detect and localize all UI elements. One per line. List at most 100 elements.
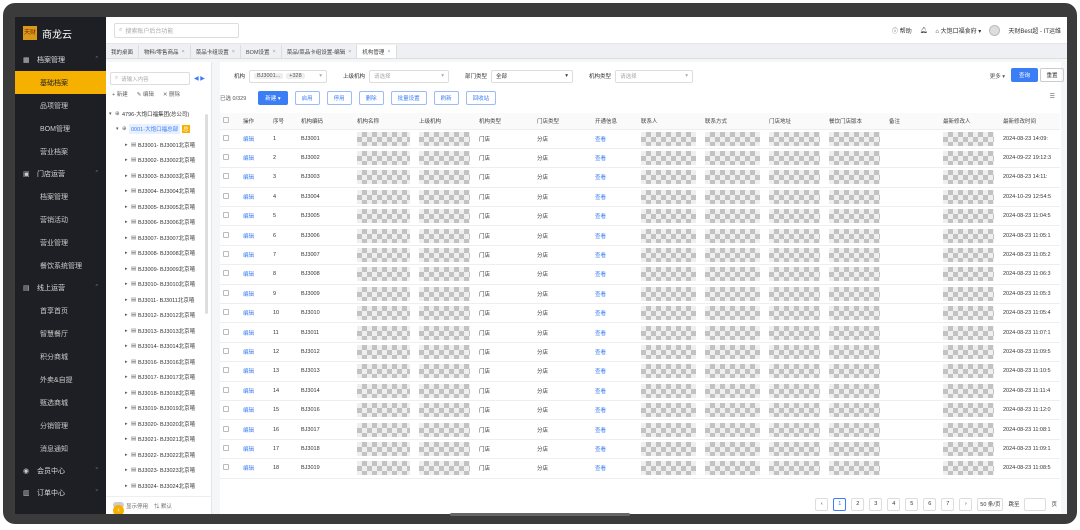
global-search-input[interactable]: ⌕ 搜索账户后台功能 — [114, 23, 239, 38]
tree-node[interactable]: ▸ ▤ BJ3019- BJ3019北京嘻 — [106, 401, 206, 417]
row-checkbox[interactable] — [223, 367, 229, 374]
view-link[interactable]: 查看 — [595, 408, 606, 414]
tree-action-button[interactable]: + 新建 — [112, 90, 128, 98]
row-checkbox[interactable] — [223, 192, 229, 199]
view-link[interactable]: 查看 — [595, 311, 606, 317]
tab-item[interactable]: 菜品/菜品卡组设置-编辑 × — [282, 45, 358, 58]
toolbar-button[interactable]: 批量设置 — [390, 91, 427, 105]
view-link[interactable]: 查看 — [595, 272, 606, 278]
tree-action-button[interactable]: ✕ 删除 — [163, 90, 180, 98]
sidebar-item[interactable]: 基础档案 — [15, 71, 106, 94]
sidebar-item[interactable]: 品项管理 — [15, 94, 106, 117]
tree-node[interactable]: ▸ ▤ BJ3011- BJ3011北京嘻 — [106, 292, 206, 308]
tree-node[interactable]: ▸ ▤ BJ3014- BJ3014北京嘻 — [106, 339, 206, 355]
view-link[interactable]: 查看 — [595, 253, 606, 259]
row-checkbox[interactable] — [223, 425, 229, 432]
row-checkbox[interactable] — [223, 444, 229, 451]
sidebar-item[interactable]: 积分商城 — [15, 345, 106, 368]
org-filter-select[interactable]: BJ3001... +328 ▾ — [249, 69, 328, 83]
view-link[interactable]: 查看 — [595, 389, 606, 395]
goto-input[interactable] — [1024, 497, 1047, 511]
tree-node[interactable]: ▾ ⊕ 0001-大饱口福总部总 — [106, 122, 206, 138]
tree-node[interactable]: ▸ ▤ BJ3021- BJ3021北京嘻 — [106, 432, 206, 448]
reset-button[interactable]: 重置 — [1040, 68, 1064, 82]
tree-node[interactable]: ▸ ▤ BJ3003- BJ3003北京嘻 — [106, 168, 206, 184]
tab-item[interactable]: 菜品卡组设置 × — [191, 45, 241, 58]
tree-node[interactable]: ▸ ▤ BJ3008- BJ3008北京嘻 — [106, 246, 206, 262]
toolbar-button[interactable]: 删除 — [358, 91, 384, 105]
row-checkbox[interactable] — [223, 386, 229, 393]
tree-scrollbar[interactable] — [205, 114, 208, 314]
tree-node[interactable]: ▸ ▤ BJ3009- BJ3009北京嘻 — [106, 261, 206, 277]
select-all-checkbox[interactable] — [223, 116, 229, 123]
sidebar-item[interactable]: 甄选商城 — [15, 391, 106, 414]
sidebar-item[interactable]: 分销管理 — [15, 414, 106, 437]
tree-node[interactable]: ▸ ▤ BJ3017- BJ3017北京嘻 — [106, 370, 206, 386]
avatar[interactable] — [989, 25, 1001, 36]
page-button[interactable]: 7 — [941, 497, 955, 511]
sidebar-item[interactable]: 档案管理 — [15, 185, 106, 208]
sidebar-item[interactable]: 餐饮系统管理 — [15, 254, 106, 277]
store-switcher[interactable]: ⌂ 大饱口福食府 ▾ — [935, 26, 981, 35]
page-button[interactable]: 4 — [887, 497, 901, 511]
row-checkbox[interactable] — [223, 134, 229, 141]
edit-link[interactable]: 编辑 — [243, 331, 254, 337]
collapse-icon[interactable]: ‹ — [113, 505, 124, 514]
tree-node[interactable]: ▸ ▤ BJ3024- BJ3024北京嘻 — [106, 478, 206, 494]
help-link[interactable]: ⓘ 帮助 — [892, 26, 912, 35]
page-size-select[interactable]: 50 条/页 — [977, 497, 1004, 511]
page-button[interactable]: 1 — [833, 497, 847, 511]
dept-type-select[interactable]: 全部 ▾ — [491, 69, 574, 83]
row-checkbox[interactable] — [223, 173, 229, 180]
sidebar-group[interactable]: ▦ 档案管理 ˆ — [15, 49, 106, 71]
view-link[interactable]: 查看 — [595, 447, 606, 453]
edit-link[interactable]: 编辑 — [243, 137, 254, 143]
sidebar-item[interactable]: 首享首页 — [15, 299, 106, 322]
edit-link[interactable]: 编辑 — [243, 175, 254, 181]
edit-link[interactable]: 编辑 — [243, 292, 254, 298]
edit-link[interactable]: 编辑 — [243, 253, 254, 259]
tab-item[interactable]: 我的桌面 — [106, 45, 140, 58]
tree-node[interactable]: ▸ ▤ BJ3005- BJ3005北京嘻 — [106, 199, 206, 215]
next-page-button[interactable]: › — [959, 497, 973, 511]
view-link[interactable]: 查看 — [595, 214, 606, 220]
tree-nav-arrows[interactable]: ◀ ▶ — [194, 75, 205, 82]
sidebar-group[interactable]: ▥ 订单中心 ˇ — [15, 482, 106, 504]
row-checkbox[interactable] — [223, 231, 229, 238]
row-checkbox[interactable] — [223, 464, 229, 471]
sidebar-item[interactable]: BOM管理 — [15, 117, 106, 140]
edit-link[interactable]: 编辑 — [243, 311, 254, 317]
default-sort[interactable]: ⇅ 默认 — [154, 502, 172, 510]
page-button[interactable]: 6 — [923, 497, 937, 511]
edit-link[interactable]: 编辑 — [243, 234, 254, 240]
edit-link[interactable]: 编辑 — [243, 408, 254, 414]
more-filters-link[interactable]: 更多 ▾ — [990, 72, 1005, 80]
sidebar-item[interactable]: 营业管理 — [15, 231, 106, 254]
tree-node[interactable]: ▸ ▤ BJ3007- BJ3007北京嘻 — [106, 230, 206, 246]
view-link[interactable]: 查看 — [595, 175, 606, 181]
page-button[interactable]: 2 — [851, 497, 865, 511]
toolbar-button[interactable]: 刷新 — [433, 91, 459, 105]
edit-link[interactable]: 编辑 — [243, 272, 254, 278]
edit-link[interactable]: 编辑 — [243, 195, 254, 201]
tree-node[interactable]: ▸ ▤ BJ3022- BJ3022北京嘻 — [106, 447, 206, 463]
edit-link[interactable]: 编辑 — [243, 214, 254, 220]
view-link[interactable]: 查看 — [595, 350, 606, 356]
user-name[interactable]: 天财Best超 - IT运维 — [1008, 26, 1061, 35]
tab-item[interactable]: BOM设置 × — [241, 45, 282, 58]
prev-page-button[interactable]: ‹ — [815, 497, 829, 511]
toolbar-button[interactable]: 新建 ▾ — [258, 91, 288, 105]
toolbar-button[interactable]: 停用 — [326, 91, 352, 105]
tree-node[interactable]: ▸ ▤ BJ3001- BJ3001北京嘻 — [106, 137, 206, 153]
close-icon[interactable]: × — [348, 49, 351, 55]
edit-link[interactable]: 编辑 — [243, 369, 254, 375]
sidebar-item[interactable]: 消息通知 — [15, 437, 106, 460]
sidebar-group[interactable]: ▣ 门店运营 ˆ — [15, 163, 106, 185]
close-icon[interactable]: × — [387, 49, 390, 55]
view-link[interactable]: 查看 — [595, 195, 606, 201]
view-link[interactable]: 查看 — [595, 292, 606, 298]
view-link[interactable]: 查看 — [595, 331, 606, 337]
close-icon[interactable]: × — [273, 49, 276, 55]
edit-link[interactable]: 编辑 — [243, 156, 254, 162]
toolbar-button[interactable]: 回收站 — [465, 91, 497, 105]
